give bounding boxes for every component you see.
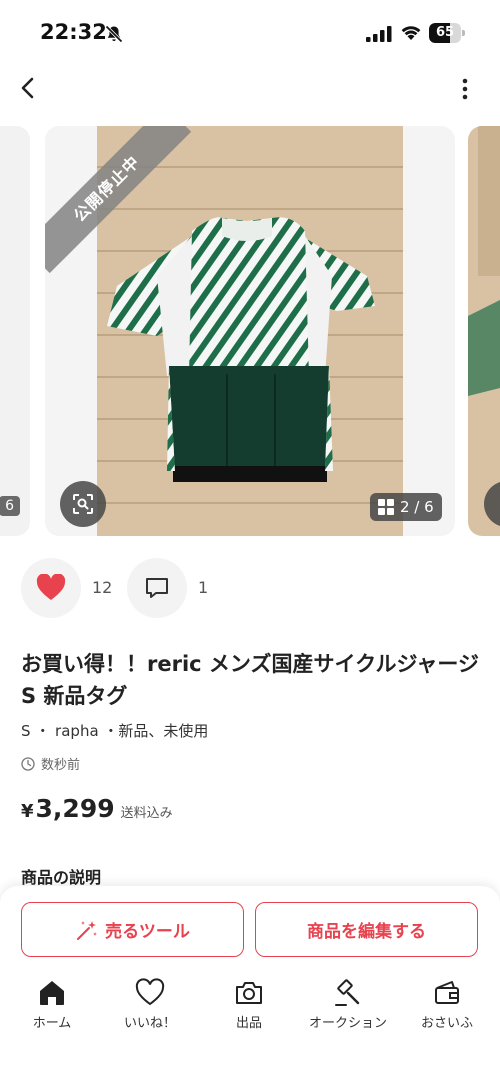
description-heading: 商品の説明 xyxy=(21,868,102,887)
edit-item-button[interactable]: 商品を編集する xyxy=(255,902,478,957)
bell-off-icon xyxy=(105,25,123,43)
price-value: ¥3,299 xyxy=(21,794,115,823)
tab-likes[interactable]: いいね！ xyxy=(100,978,200,1038)
tab-auction[interactable]: オークション xyxy=(298,978,398,1038)
comment-button[interactable] xyxy=(127,558,187,618)
heart-icon xyxy=(36,574,66,600)
image-counter-text: 2 / 6 xyxy=(400,498,434,516)
tab-wallet-label: おさいふ xyxy=(420,1016,473,1031)
image-carousel[interactable]: 6 公開停止中 2 / 6 xyxy=(0,126,500,536)
magic-wand-icon xyxy=(77,920,98,940)
tab-sell[interactable]: 出品 xyxy=(199,978,299,1038)
grid-icon xyxy=(378,499,394,515)
item-title: お買い得！！reric メンズ国産サイクルジャージ S 新品タグ xyxy=(21,652,479,708)
wallet-icon xyxy=(435,981,459,1004)
price-currency: ¥ xyxy=(21,801,34,822)
price-amount: 3,299 xyxy=(35,794,115,823)
tab-likes-label: いいね！ xyxy=(123,1016,176,1031)
product-photo xyxy=(97,126,403,536)
battery-icon: 65 xyxy=(429,23,465,43)
tab-home[interactable]: ホーム xyxy=(2,978,102,1038)
tab-wallet[interactable]: おさいふ xyxy=(397,978,497,1038)
prev-slide-counter: 6 xyxy=(0,496,20,516)
back-chevron-icon[interactable] xyxy=(14,74,42,102)
comment-count: 1 xyxy=(198,578,209,597)
image-counter: 2 / 6 xyxy=(370,493,442,521)
carousel-current-slide[interactable]: 公開停止中 2 / 6 xyxy=(45,126,455,536)
comment-icon xyxy=(146,578,168,598)
clock-icon xyxy=(21,756,35,771)
like-count: 12 xyxy=(92,578,113,597)
edit-item-label: 商品を編集する xyxy=(307,922,426,942)
image-search-button[interactable] xyxy=(60,481,106,527)
price: ¥3,299 送料込み xyxy=(21,794,173,823)
posted-time-text: 数秒前 xyxy=(41,758,81,773)
tab-home-label: ホーム xyxy=(32,1016,72,1031)
tab-sell-label: 出品 xyxy=(235,1016,262,1031)
status-bar: 22:32 65 xyxy=(0,0,500,66)
heart-outline-icon xyxy=(135,978,165,1006)
carousel-next-slide[interactable] xyxy=(468,126,500,536)
sell-tool-button[interactable]: 売るツール xyxy=(21,902,244,957)
signal-icon xyxy=(366,26,392,42)
gavel-icon xyxy=(335,979,360,1006)
tab-auction-label: オークション xyxy=(308,1016,387,1031)
item-attributes: S ・ rapha ・新品、未使用 xyxy=(21,722,209,740)
battery-level: 65 xyxy=(435,25,455,40)
like-button[interactable] xyxy=(21,558,81,618)
status-time: 22:32 xyxy=(40,20,107,44)
posted-time: 数秒前 xyxy=(21,754,80,773)
sell-tool-label: 売るツール xyxy=(105,922,190,942)
more-vertical-icon[interactable] xyxy=(452,76,478,102)
bottom-action-sheet: 売るツール 商品を編集する ホーム いいね！ 出品 オークション おさいふ xyxy=(0,886,500,1080)
bottom-tab-bar: ホーム いいね！ 出品 オークション おさいふ xyxy=(0,978,500,1038)
next-product-photo xyxy=(468,126,500,536)
camera-icon xyxy=(236,982,262,1004)
wifi-icon xyxy=(401,26,421,40)
carousel-prev-slide[interactable]: 6 xyxy=(0,126,30,536)
image-scan-icon xyxy=(73,494,93,514)
home-icon xyxy=(40,981,64,1005)
shipping-included-note: 送料込み xyxy=(120,806,173,821)
